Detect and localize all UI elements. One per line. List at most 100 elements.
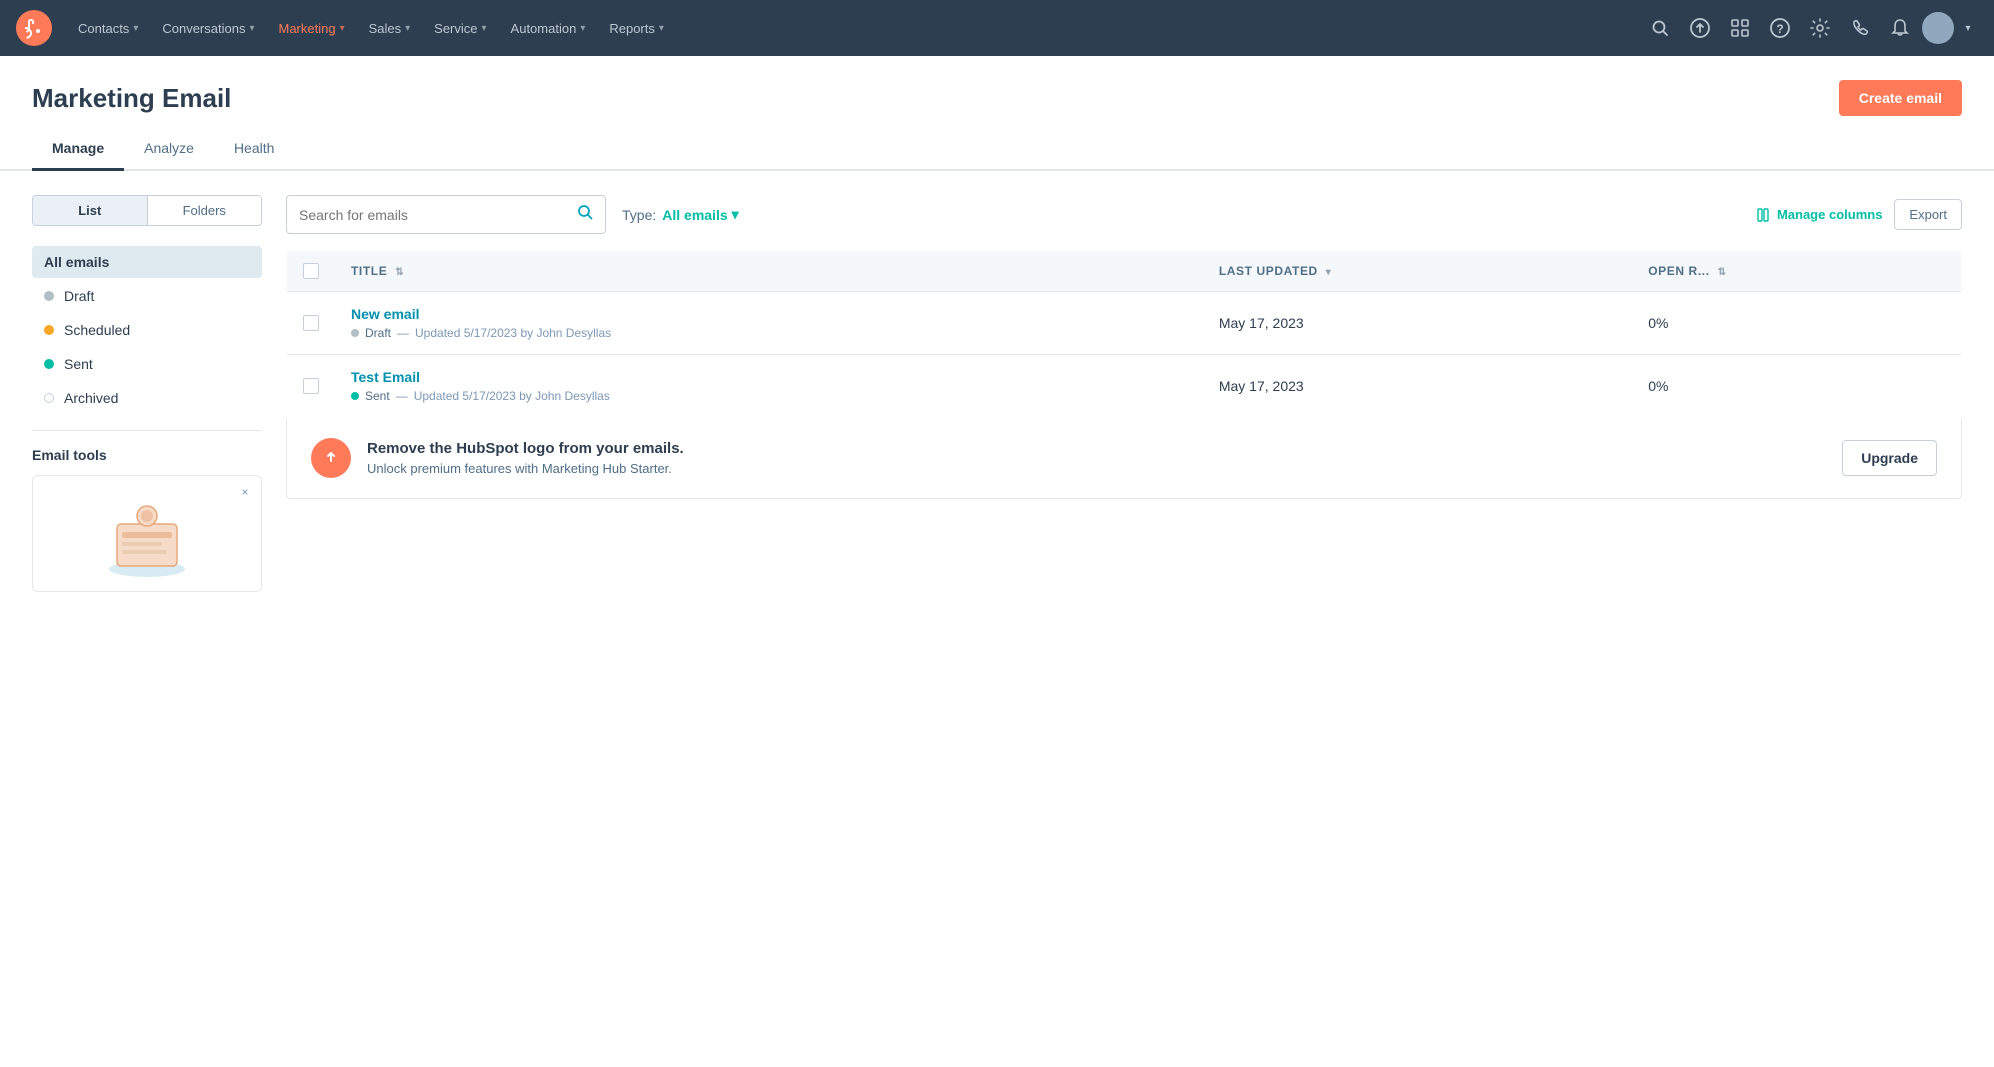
header-title[interactable]: TITLE ⇅ <box>335 251 1203 292</box>
search-icon <box>577 204 593 225</box>
nav-conversations-chevron: ▾ <box>249 23 254 34</box>
nav-automation-chevron: ▾ <box>580 23 585 34</box>
header-checkbox-cell <box>287 251 336 292</box>
main-content: Type: All emails ▾ Manage columns Ex <box>286 195 1962 499</box>
help-icon-btn[interactable]: ? <box>1762 10 1798 46</box>
table-header: TITLE ⇅ LAST UPDATED ▾ OPEN R... ⇅ <box>287 251 1962 292</box>
row2-status-label: Sent <box>365 389 390 403</box>
table-row: New email Draft — Updated 5/17/2023 by J… <box>287 292 1962 355</box>
row1-rate-cell: 0% <box>1632 292 1961 355</box>
nav-reports-label: Reports <box>609 21 655 36</box>
upgrade-title: Remove the HubSpot logo from your emails… <box>367 440 1826 457</box>
select-all-checkbox[interactable] <box>303 263 319 279</box>
settings-icon-btn[interactable] <box>1802 10 1838 46</box>
page-container: Marketing Email Create email Manage Anal… <box>0 56 1994 1067</box>
sidebar-item-archived[interactable]: Archived <box>32 382 262 414</box>
row2-title-cell: Test Email Sent — Updated 5/17/2023 by J… <box>335 355 1203 418</box>
svg-text:?: ? <box>1776 22 1783 36</box>
upgrade-button[interactable]: Upgrade <box>1842 440 1937 476</box>
header-last-updated[interactable]: LAST UPDATED ▾ <box>1203 251 1632 292</box>
nav-contacts-label: Contacts <box>78 21 129 36</box>
search-input[interactable] <box>299 207 569 223</box>
top-nav: Contacts ▾ Conversations ▾ Marketing ▾ S… <box>0 0 1994 56</box>
marketplace-icon-btn[interactable] <box>1722 10 1758 46</box>
row1-status-dot <box>351 329 359 337</box>
row2-date-cell: May 17, 2023 <box>1203 355 1632 418</box>
row2-rate-cell: 0% <box>1632 355 1961 418</box>
row1-status-label: Draft <box>365 326 391 340</box>
type-filter-value[interactable]: All emails ▾ <box>662 206 738 223</box>
nav-automation[interactable]: Automation ▾ <box>501 13 596 44</box>
manage-columns-icon <box>1757 208 1771 222</box>
nav-conversations-label: Conversations <box>162 21 245 36</box>
search-filter-row: Type: All emails ▾ Manage columns Ex <box>286 195 1962 234</box>
type-filter-chevron: ▾ <box>732 206 739 223</box>
row1-email-meta: Draft — Updated 5/17/2023 by John Desyll… <box>351 326 1187 340</box>
notifications-icon-btn[interactable] <box>1882 10 1918 46</box>
scheduled-status-dot <box>44 325 54 335</box>
sidebar-item-draft[interactable]: Draft <box>32 280 262 312</box>
nav-service-chevron: ▾ <box>482 23 487 34</box>
nav-reports-chevron: ▾ <box>659 23 664 34</box>
manage-columns-button[interactable]: Manage columns <box>1757 207 1882 222</box>
email-tools-title: Email tools <box>32 447 262 463</box>
sidebar: List Folders All emails Draft Scheduled … <box>32 195 262 592</box>
email-tools-close-button[interactable]: × <box>237 484 253 500</box>
nav-reports[interactable]: Reports ▾ <box>599 13 674 44</box>
page-title: Marketing Email <box>32 83 231 114</box>
open-rate-sort-icon: ⇅ <box>1718 267 1727 278</box>
nav-contacts-chevron: ▾ <box>133 23 138 34</box>
row2-email-name[interactable]: Test Email <box>351 369 1187 385</box>
last-updated-sort-icon: ▾ <box>1326 267 1332 278</box>
row2-status-dot <box>351 392 359 400</box>
nav-sales-label: Sales <box>369 21 402 36</box>
upload-icon-btn[interactable] <box>1682 10 1718 46</box>
row2-checkbox[interactable] <box>303 378 319 394</box>
type-filter-label: Type: <box>622 207 656 223</box>
nav-marketing[interactable]: Marketing ▾ <box>268 13 354 44</box>
nav-automation-label: Automation <box>511 21 577 36</box>
search-icon-btn[interactable] <box>1642 10 1678 46</box>
main-tabs: Manage Analyze Health <box>0 128 1994 171</box>
row2-email-meta: Sent — Updated 5/17/2023 by John Desylla… <box>351 389 1187 403</box>
nav-service-label: Service <box>434 21 477 36</box>
hubspot-logo[interactable] <box>16 10 52 46</box>
row2-meta-text: Updated 5/17/2023 by John Desyllas <box>414 389 610 403</box>
nav-sales-chevron: ▾ <box>405 23 410 34</box>
upgrade-text: Remove the HubSpot logo from your emails… <box>367 440 1826 476</box>
export-button[interactable]: Export <box>1894 199 1962 230</box>
folders-view-button[interactable]: Folders <box>148 196 262 225</box>
archived-status-dot <box>44 393 54 403</box>
search-box <box>286 195 606 234</box>
nav-sales[interactable]: Sales ▾ <box>359 13 421 44</box>
nav-contacts[interactable]: Contacts ▾ <box>68 13 148 44</box>
sidebar-divider <box>32 430 262 431</box>
draft-status-dot <box>44 291 54 301</box>
row1-email-name[interactable]: New email <box>351 306 1187 322</box>
scheduled-label: Scheduled <box>64 322 130 338</box>
user-avatar[interactable] <box>1922 12 1954 44</box>
sidebar-item-sent[interactable]: Sent <box>32 348 262 380</box>
sidebar-item-scheduled[interactable]: Scheduled <box>32 314 262 346</box>
create-email-button[interactable]: Create email <box>1839 80 1962 116</box>
row1-date-cell: May 17, 2023 <box>1203 292 1632 355</box>
view-toggle: List Folders <box>32 195 262 226</box>
list-view-button[interactable]: List <box>33 196 148 225</box>
tab-manage[interactable]: Manage <box>32 128 124 171</box>
row1-meta-separator: — <box>397 326 409 340</box>
row2-meta-separator: — <box>396 389 408 403</box>
row1-checkbox-cell <box>287 292 336 355</box>
phone-icon-btn[interactable] <box>1842 10 1878 46</box>
upgrade-subtitle: Unlock premium features with Marketing H… <box>367 461 1826 476</box>
column-actions: Manage columns Export <box>1757 199 1962 230</box>
header-open-rate[interactable]: OPEN R... ⇅ <box>1632 251 1961 292</box>
sent-status-dot <box>44 359 54 369</box>
row1-checkbox[interactable] <box>303 315 319 331</box>
sidebar-item-all-emails[interactable]: All emails <box>32 246 262 278</box>
account-chevron[interactable]: ▾ <box>1958 10 1978 46</box>
tab-health[interactable]: Health <box>214 128 294 171</box>
nav-service[interactable]: Service ▾ <box>424 13 496 44</box>
tab-analyze[interactable]: Analyze <box>124 128 214 171</box>
sent-label: Sent <box>64 356 93 372</box>
nav-conversations[interactable]: Conversations ▾ <box>152 13 264 44</box>
